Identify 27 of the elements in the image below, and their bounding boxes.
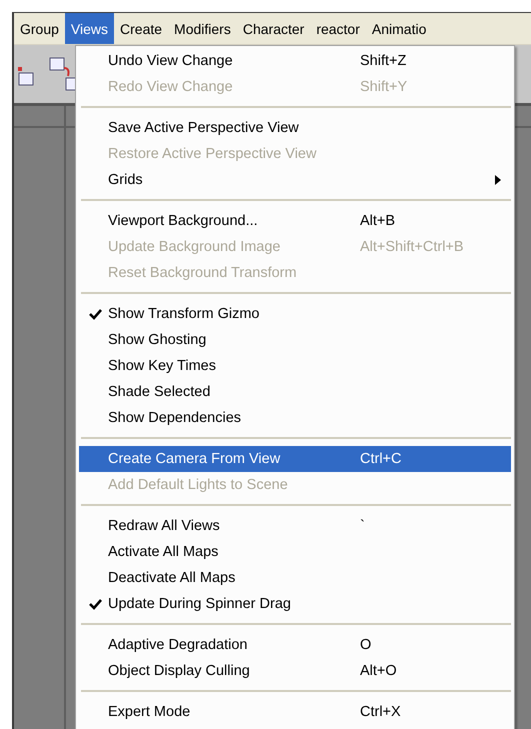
menu-item[interactable]: Show Ghosting (79, 327, 511, 353)
menu-item[interactable]: Create Camera From View Ctrl+C (79, 446, 511, 472)
menu-item[interactable]: Deactivate All Maps (79, 565, 511, 591)
checkmark-icon (89, 598, 102, 610)
menu-item[interactable]: Show Dependencies (79, 405, 511, 431)
menu-bar-item[interactable]: Views (64, 13, 114, 44)
checkmark-icon (89, 308, 102, 320)
menu-item[interactable]: Undo View Change Shift+Z (79, 48, 511, 74)
menu-item[interactable]: Show Key Times (79, 353, 511, 379)
menu-bar-item[interactable]: Create (114, 13, 168, 44)
menu-item[interactable]: Redraw All Views ` (79, 513, 511, 539)
menu-item[interactable]: Object Display Culling Alt+O (79, 658, 511, 684)
menu-item[interactable]: Expert Mode Ctrl+X (79, 699, 511, 725)
menu-bar-item[interactable]: reactor (310, 13, 366, 44)
menu-item[interactable]: Save Active Perspective View (79, 115, 511, 141)
menu-item[interactable]: Grids (79, 167, 511, 193)
menu-bar-item[interactable]: Group (14, 13, 65, 44)
menu-item[interactable]: Activate All Maps (79, 539, 511, 565)
menu-item[interactable]: Shade Selected (79, 379, 511, 405)
menu-item[interactable]: Viewport Background... Alt+B (79, 208, 511, 234)
menu-item[interactable]: Show Transform Gizmo (79, 301, 511, 327)
menu-bar-item[interactable]: Modifiers (168, 13, 237, 44)
menu-item[interactable]: Update During Spinner Drag (79, 591, 511, 617)
menu-bar-item[interactable]: Animatio (366, 13, 432, 44)
menu-bar-item[interactable]: Character (236, 13, 310, 44)
menu-item[interactable]: Adaptive Degradation O (79, 632, 511, 658)
submenu-arrow-icon (495, 175, 501, 185)
